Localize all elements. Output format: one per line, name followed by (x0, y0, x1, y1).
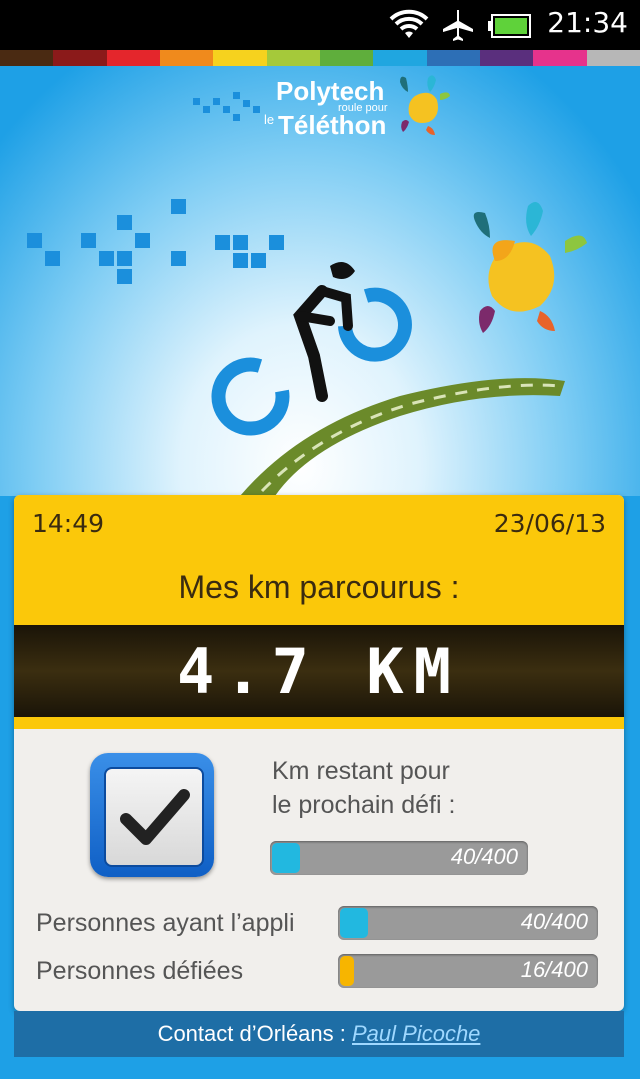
users-progress: 40/400 (338, 906, 598, 940)
color-strip-segment (373, 50, 427, 66)
color-strip-segment (319, 50, 374, 66)
logo-text-le: le (264, 112, 275, 127)
next-challenge-value: 40/400 (450, 844, 518, 869)
contact-bar: Contact d’Orléans : Paul Picoche (14, 1011, 624, 1057)
distance-value: 4.7 KM (177, 635, 461, 708)
next-challenge-label-line2: le prochain défi : (272, 791, 456, 819)
status-time: 21:34 (547, 6, 628, 39)
challenged-label: Personnes défiées (36, 957, 244, 985)
color-strip-segment (266, 50, 320, 66)
color-strip (0, 50, 640, 66)
card-date: 23/06/13 (493, 509, 606, 538)
challenged-value: 16/400 (520, 957, 588, 982)
color-strip-segment (159, 50, 214, 66)
challenge-checkbox[interactable] (90, 753, 214, 877)
km-title: Mes km parcourus : (178, 569, 460, 605)
color-strip-segment (53, 50, 107, 66)
divider (14, 717, 624, 729)
users-progress-fill (340, 908, 368, 938)
color-strip-segment (0, 50, 54, 66)
next-challenge-progress: 40/400 (270, 841, 528, 875)
contact-link[interactable]: Paul Picoche (352, 1021, 480, 1046)
bicycle-icon (211, 262, 412, 436)
color-strip-segment (479, 50, 534, 66)
card-time: 14:49 (32, 509, 105, 538)
contact-label: Contact d’Orléans : (157, 1021, 346, 1046)
next-challenge-progress-fill (272, 843, 300, 873)
color-strip-segment (213, 50, 267, 66)
color-strip-segment (106, 50, 160, 66)
airplane-icon (443, 10, 473, 41)
card-header: 14:49 23/06/13 Mes km parcourus : (14, 495, 624, 625)
distance-display: 4.7 KM (14, 625, 624, 717)
color-strip-segment (533, 50, 587, 66)
status-bar: 21:34 (0, 0, 640, 50)
color-strip-segment (586, 50, 640, 66)
checkmark-icon (120, 789, 190, 845)
color-strip-segment (426, 50, 480, 66)
wifi-icon (389, 9, 429, 38)
challenged-progress: 16/400 (338, 954, 598, 988)
polytech-logo: Polytech roule pour le Téléthon (190, 74, 460, 144)
battery-icon (488, 14, 531, 38)
users-label: Personnes ayant l’appli (36, 909, 295, 937)
hero-banner: Polytech roule pour le Téléthon (0, 66, 640, 496)
logo-text-telethon: Téléthon (278, 110, 387, 140)
challenged-progress-fill (340, 956, 354, 986)
sun-logo (473, 202, 587, 333)
stats-card: 14:49 23/06/13 Mes km parcourus : 4.7 KM… (14, 495, 624, 1011)
next-challenge-label-line1: Km restant pour (272, 757, 450, 785)
users-value: 40/400 (520, 909, 588, 934)
pixel-decoration (27, 199, 284, 284)
